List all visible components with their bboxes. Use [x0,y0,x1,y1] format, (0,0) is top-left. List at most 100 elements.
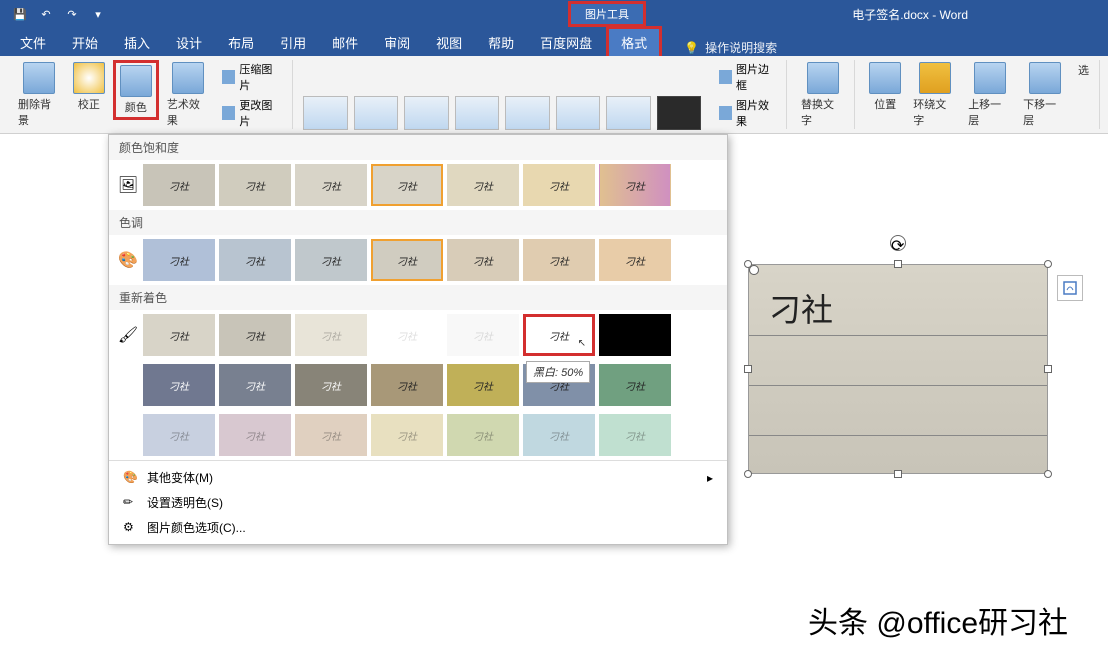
recolor-thumb[interactable] [599,314,671,356]
tab-review[interactable]: 审阅 [372,29,422,56]
resize-handle[interactable] [894,260,902,268]
picture-style-thumb[interactable] [657,96,702,130]
picture-style-thumb[interactable] [556,96,601,130]
undo-icon[interactable]: ↶ [38,6,54,22]
recolor-thumb[interactable]: 刁社 [447,364,519,406]
signature-sample: 刁社 [769,285,833,331]
save-icon[interactable]: 💾 [12,6,28,22]
redo-icon[interactable]: ↷ [64,6,80,22]
recolor-thumb[interactable]: 刁社 [219,414,291,456]
recolor-thumb[interactable]: 刁社 [219,364,291,406]
saturation-thumb[interactable]: 刁社 [599,164,671,206]
tone-thumb[interactable]: 刁社 [143,239,215,281]
group-accessibility: 替换文字 辅助功能 [791,60,855,129]
saturation-icon: 🖼 [117,174,139,196]
tone-thumb[interactable]: 刁社 [295,239,367,281]
tab-view[interactable]: 视图 [424,29,474,56]
saturation-thumb[interactable]: 刁社 [295,164,367,206]
recolor-thumb[interactable]: 刁社 [295,364,367,406]
tab-home[interactable]: 开始 [60,29,110,56]
alt-text-button[interactable]: 替换文字 [797,60,848,130]
tell-me-search[interactable]: 💡 操作说明搜索 [684,39,777,56]
eyedropper-icon: ✏ [123,495,139,511]
resize-handle[interactable] [1044,260,1052,268]
picture-style-thumb[interactable] [455,96,500,130]
recolor-thumb[interactable]: 刁社 [371,414,443,456]
send-backward-button[interactable]: 下移一层 [1019,60,1070,130]
compress-pictures-button[interactable]: 压缩图片 [218,60,286,94]
image-line [749,335,1047,336]
picture-effects-button[interactable]: 图片效果 [715,96,780,130]
wrap-text-button[interactable]: 环绕文字 [909,60,960,130]
picture-style-thumb[interactable] [505,96,550,130]
layout-options-button[interactable] [1057,275,1083,301]
selected-picture[interactable]: ⟳ 刁社 [748,264,1048,474]
tone-thumb[interactable]: 刁社 [219,239,291,281]
tab-design[interactable]: 设计 [164,29,214,56]
tone-thumb[interactable]: 刁社 [599,239,671,281]
more-variations-item[interactable]: 🎨 其他变体(M) ▸ [117,465,719,490]
saturation-thumb[interactable]: 刁社 [523,164,595,206]
recolor-row: 刁社 刁社 刁社 刁社 刁社 刁社 刁社 [109,360,727,410]
corrections-icon [73,62,105,94]
bring-forward-button[interactable]: 上移一层 [964,60,1015,130]
tab-insert[interactable]: 插入 [112,29,162,56]
options-icon: ⚙ [123,520,139,536]
picture-style-thumb[interactable] [606,96,651,130]
picture-style-thumb[interactable] [404,96,449,130]
resize-handle[interactable] [1044,470,1052,478]
recolor-thumb-bw50[interactable]: 刁社 ↖ 黑白: 50% [523,314,595,356]
tab-mailings[interactable]: 邮件 [320,29,370,56]
picture-border-button[interactable]: 图片边框 [715,60,780,94]
resize-handle[interactable] [894,470,902,478]
rotate-handle[interactable]: ⟳ [890,235,906,251]
change-picture-button[interactable]: 更改图片 [218,96,286,130]
tab-format[interactable]: 格式 [606,26,662,56]
artistic-effects-button[interactable]: 艺术效果 [163,60,214,130]
recolor-thumb[interactable]: 刁社 [143,414,215,456]
resize-handle[interactable] [744,260,752,268]
saturation-thumb[interactable]: 刁社 [143,164,215,206]
recolor-thumb[interactable]: 刁社 [143,314,215,356]
recolor-thumb[interactable]: 刁社 [219,314,291,356]
image-line [749,385,1047,386]
tooltip: 黑白: 50% [526,361,590,383]
color-button[interactable]: 颜色 [113,60,159,120]
picture-style-thumb[interactable] [303,96,348,130]
remove-background-button[interactable]: 删除背景 [14,60,65,130]
tone-thumb[interactable]: 刁社 [447,239,519,281]
tone-thumb[interactable]: 刁社 [371,239,443,281]
recolor-thumb[interactable]: 刁社 [295,314,367,356]
picture-style-thumb[interactable] [354,96,399,130]
position-button[interactable]: 位置 [865,60,905,114]
resize-handle[interactable] [744,365,752,373]
recolor-thumb[interactable]: 刁社 [599,364,671,406]
tone-thumb[interactable]: 刁社 [523,239,595,281]
tab-baidu[interactable]: 百度网盘 [528,29,604,56]
selection-pane-button[interactable]: 选 [1074,60,1093,80]
saturation-thumb[interactable]: 刁社 [371,164,443,206]
recolor-thumb[interactable]: 刁社 [371,314,443,356]
tab-references[interactable]: 引用 [268,29,318,56]
tab-help[interactable]: 帮助 [476,29,526,56]
recolor-thumb[interactable]: 刁社 [447,314,519,356]
qat-dropdown-icon[interactable]: ▾ [90,6,106,22]
set-transparent-color-item[interactable]: ✏ 设置透明色(S) [117,490,719,515]
resize-handle[interactable] [1044,365,1052,373]
effects-icon [719,106,732,120]
corrections-button[interactable]: 校正 [69,60,109,114]
saturation-thumb[interactable]: 刁社 [447,164,519,206]
saturation-thumb[interactable]: 刁社 [219,164,291,206]
picture-color-options-item[interactable]: ⚙ 图片颜色选项(C)... [117,515,719,540]
recolor-thumb[interactable]: 刁社 [143,364,215,406]
recolor-thumb[interactable]: 刁社 [523,414,595,456]
tab-file[interactable]: 文件 [8,29,58,56]
recolor-thumb[interactable]: 刁社 [599,414,671,456]
recolor-thumb[interactable]: 刁社 [371,364,443,406]
watermark-text: 头条 @office研习社 [808,598,1068,642]
recolor-thumb[interactable]: 刁社 [295,414,367,456]
resize-handle[interactable] [744,470,752,478]
recolor-thumb[interactable]: 刁社 [447,414,519,456]
group-arrange: 位置 环绕文字 上移一层 下移一层 选 排列 [859,60,1100,129]
tab-layout[interactable]: 布局 [216,29,266,56]
